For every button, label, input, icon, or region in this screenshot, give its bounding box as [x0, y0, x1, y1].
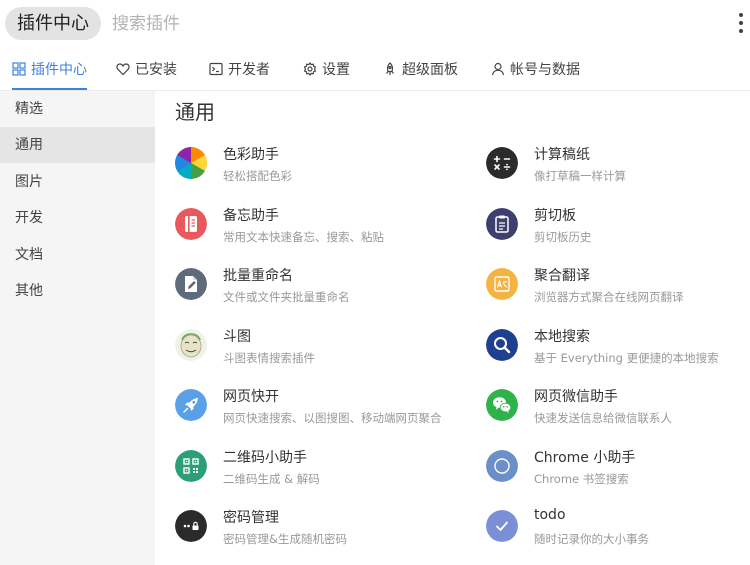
plugin-desc: 常用文本快速备忘、搜索、粘贴: [223, 230, 384, 244]
plugin-desc: 轻松搭配色彩: [223, 169, 292, 183]
color-wheel-icon: [175, 147, 207, 179]
plugin-card-batch-rename[interactable]: 批量重命名 文件或文件夹批量重命名: [175, 268, 475, 318]
plugin-desc: 像打草稿一样计算: [534, 169, 626, 183]
plugin-name: todo: [534, 507, 566, 523]
terminal-icon: [209, 52, 223, 76]
plugin-desc: 斗图表情搜索插件: [223, 351, 315, 365]
plugin-name: 网页快开: [223, 389, 279, 405]
plugin-card-meme[interactable]: 斗图 斗图表情搜索插件: [175, 329, 475, 379]
tab-label: 开发者: [228, 62, 270, 78]
qr-code-icon: [175, 450, 207, 482]
translate-icon: [486, 268, 518, 300]
plugin-name: 批量重命名: [223, 268, 293, 284]
plugin-center-badge[interactable]: 插件中心: [5, 7, 101, 40]
check-icon: [486, 510, 518, 542]
plugin-desc: 密码管理&生成随机密码: [223, 532, 347, 546]
plugin-card-color-helper[interactable]: 色彩助手 轻松搭配色彩: [175, 147, 475, 197]
sidebar-item-documents[interactable]: 文档: [0, 237, 155, 273]
tab-installed[interactable]: 已安装: [116, 50, 177, 89]
plugin-card-translate[interactable]: 聚合翻译 浏览器方式聚合在线网页翻译: [486, 268, 750, 318]
plugin-card-wechat[interactable]: 网页微信助手 快速发送信息给微信联系人: [486, 389, 750, 439]
plugin-name: 密码管理: [223, 510, 279, 526]
clipboard-icon: [486, 208, 518, 240]
plugin-desc: 网页快速搜索、以图搜图、移动端网页聚合: [223, 411, 442, 425]
magnifier-icon: [486, 329, 518, 361]
meme-face-icon: [175, 329, 207, 361]
rename-file-icon: [175, 268, 207, 300]
plugin-desc: 二维码生成 & 解码: [223, 472, 320, 486]
tab-account-data[interactable]: 帐号与数据: [491, 50, 580, 89]
plugin-desc: 基于 Everything 更便捷的本地搜索: [534, 351, 719, 365]
sidebar-item-other[interactable]: 其他: [0, 273, 155, 309]
plugin-desc: 剪切板历史: [534, 230, 592, 244]
heart-icon: [116, 52, 130, 76]
plugin-card-chrome-helper[interactable]: Chrome 小助手 Chrome 书签搜索: [486, 450, 750, 500]
plugin-card-local-search[interactable]: 本地搜索 基于 Everything 更便捷的本地搜索: [486, 329, 750, 379]
more-menu-icon[interactable]: [737, 13, 745, 35]
grid-icon: [12, 52, 26, 76]
tab-bar: 插件中心 已安装 开发者 设置 超级面板 帐号与数据: [0, 50, 750, 91]
plugin-card-todo[interactable]: todo 随时记录你的大小事务: [486, 507, 750, 560]
sidebar-item-development[interactable]: 开发: [0, 200, 155, 236]
tab-label: 插件中心: [31, 62, 87, 78]
sidebar-item-general[interactable]: 通用: [0, 127, 155, 163]
rocket-icon: [383, 52, 397, 75]
tab-label: 超级面板: [402, 62, 458, 78]
plugin-card-qr-helper[interactable]: 二维码小助手 二维码生成 & 解码: [175, 450, 475, 500]
plugin-desc: 随时记录你的大小事务: [534, 532, 649, 546]
plugin-desc: Chrome 书签搜索: [534, 472, 629, 486]
sidebar-item-featured[interactable]: 精选: [0, 91, 155, 127]
chrome-icon: [486, 450, 518, 482]
calculator-icon: [486, 147, 518, 179]
gear-icon: [303, 52, 317, 76]
tab-plugin-center[interactable]: 插件中心: [12, 50, 87, 90]
tab-label: 帐号与数据: [510, 62, 580, 78]
plugin-name: 聚合翻译: [534, 268, 590, 284]
plugin-card-password-manager[interactable]: 密码管理 密码管理&生成随机密码: [175, 510, 475, 560]
plugin-name: 色彩助手: [223, 147, 279, 163]
plugin-name: 备忘助手: [223, 208, 279, 224]
tab-super-panel[interactable]: 超级面板: [383, 50, 458, 89]
plugin-desc: 浏览器方式聚合在线网页翻译: [534, 290, 684, 304]
plugin-card-clipboard[interactable]: 剪切板 剪切板历史: [486, 208, 750, 258]
plugin-card-calc-paper[interactable]: 计算稿纸 像打草稿一样计算: [486, 147, 750, 197]
tab-label: 设置: [322, 62, 350, 78]
plugin-desc: 文件或文件夹批量重命名: [223, 290, 350, 304]
plugin-name: 网页微信助手: [534, 389, 618, 405]
plugin-card-quick-web[interactable]: 网页快开 网页快速搜索、以图搜图、移动端网页聚合: [175, 389, 475, 439]
plugin-name: 二维码小助手: [223, 450, 307, 466]
plugin-name: Chrome 小助手: [534, 450, 636, 466]
section-title: 通用: [175, 100, 215, 124]
plugin-name: 剪切板: [534, 208, 576, 224]
plugin-name: 斗图: [223, 329, 251, 345]
plugin-name: 本地搜索: [534, 329, 590, 345]
tab-developer[interactable]: 开发者: [209, 50, 270, 89]
plugin-card-memo-helper[interactable]: 备忘助手 常用文本快速备忘、搜索、粘贴: [175, 208, 475, 258]
rocket-icon: [175, 389, 207, 421]
wechat-icon: [486, 389, 518, 421]
category-sidebar: 精选 通用 图片 开发 文档 其他: [0, 91, 155, 565]
tab-label: 已安装: [135, 62, 177, 78]
search-input[interactable]: [112, 9, 672, 39]
notebook-icon: [175, 208, 207, 240]
sidebar-item-images[interactable]: 图片: [0, 164, 155, 200]
password-icon: [175, 510, 207, 542]
tab-settings[interactable]: 设置: [303, 50, 350, 89]
user-icon: [491, 52, 505, 76]
header: 插件中心: [0, 0, 750, 50]
plugin-name: 计算稿纸: [534, 147, 590, 163]
plugin-desc: 快速发送信息给微信联系人: [534, 411, 672, 425]
